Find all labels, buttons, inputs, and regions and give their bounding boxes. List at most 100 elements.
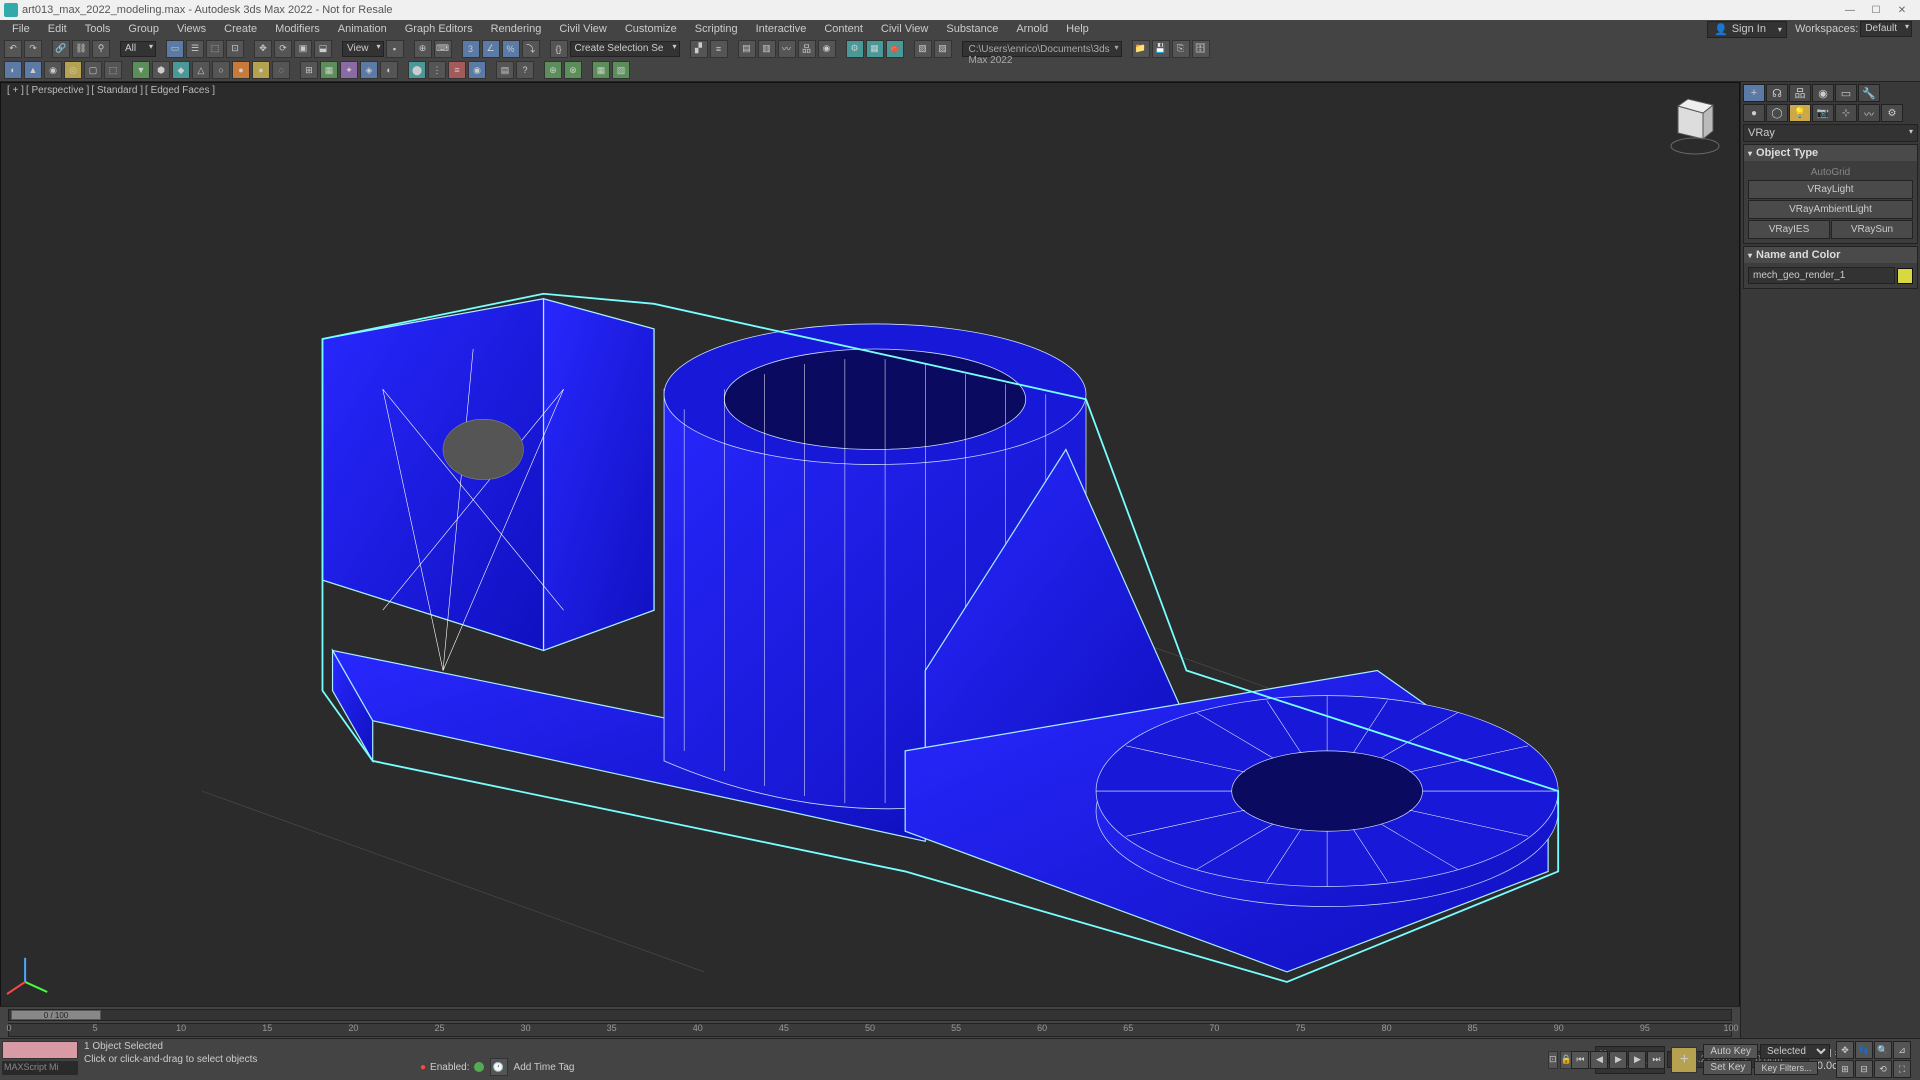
- nav-zoomall[interactable]: ⊟: [1855, 1060, 1873, 1078]
- select-place-button[interactable]: ⬓: [314, 40, 332, 58]
- select-manipulate-button[interactable]: ⊕: [414, 40, 432, 58]
- tb2-14[interactable]: ◌: [272, 61, 290, 79]
- sub-shapes[interactable]: ◯: [1766, 104, 1788, 122]
- tb2-19[interactable]: ◐: [380, 61, 398, 79]
- menu-animation[interactable]: Animation: [330, 21, 395, 37]
- align-button[interactable]: ≡: [710, 40, 728, 58]
- tb2-20[interactable]: ⬤: [408, 61, 426, 79]
- viewport[interactable]: [ + ] [ Perspective ] [ Standard ] [ Edg…: [0, 82, 1740, 1038]
- tb2-2[interactable]: ▲: [24, 61, 42, 79]
- type-vraysun[interactable]: VRaySun: [1831, 220, 1913, 239]
- sub-cameras[interactable]: 📷: [1812, 104, 1834, 122]
- sub-systems[interactable]: ⚙: [1881, 104, 1903, 122]
- menu-tools[interactable]: Tools: [77, 21, 119, 37]
- tb2-25[interactable]: ?: [516, 61, 534, 79]
- menu-views[interactable]: Views: [169, 21, 214, 37]
- color-swatch[interactable]: [1897, 268, 1913, 284]
- selection-filter[interactable]: All: [120, 41, 156, 57]
- workspace-selector[interactable]: Workspaces: Default: [1791, 20, 1916, 38]
- tb2-26[interactable]: ⊕: [544, 61, 562, 79]
- spinner-snap-button[interactable]: ⤵: [522, 40, 540, 58]
- save-as-button[interactable]: ⎘: [1172, 40, 1190, 58]
- nav-pan[interactable]: ✥: [1836, 1041, 1854, 1059]
- select-name-button[interactable]: ☰: [186, 40, 204, 58]
- menu-group[interactable]: Group: [120, 21, 167, 37]
- use-pivot-button[interactable]: ▪: [386, 40, 404, 58]
- menu-customize[interactable]: Customize: [617, 21, 685, 37]
- sub-geometry[interactable]: ●: [1743, 104, 1765, 122]
- vray-button-2[interactable]: ▨: [934, 40, 952, 58]
- tb2-18[interactable]: ◈: [360, 61, 378, 79]
- tb2-1[interactable]: ◐: [4, 61, 22, 79]
- percent-snap-button[interactable]: %: [502, 40, 520, 58]
- setkey-button[interactable]: Set Key: [1703, 1060, 1752, 1075]
- menu-civil-view-2[interactable]: Civil View: [873, 21, 936, 37]
- tb2-3[interactable]: ◉: [44, 61, 62, 79]
- select-scale-button[interactable]: ▣: [294, 40, 312, 58]
- menu-file[interactable]: File: [4, 21, 38, 37]
- isolate-button[interactable]: ⊡: [1548, 1051, 1558, 1069]
- sub-spacewarps[interactable]: 〰: [1858, 104, 1880, 122]
- timetag-button[interactable]: 🕐: [490, 1058, 508, 1076]
- open-file-button[interactable]: 📁: [1132, 40, 1150, 58]
- tab-display[interactable]: ▭: [1835, 84, 1857, 102]
- time-thumb[interactable]: 0 / 100: [11, 1010, 101, 1020]
- tb2-17[interactable]: ✦: [340, 61, 358, 79]
- maximize-button[interactable]: ☐: [1870, 4, 1882, 16]
- menu-graph-editors[interactable]: Graph Editors: [397, 21, 481, 37]
- tb2-21[interactable]: ⋮: [428, 61, 446, 79]
- rollout-header-name[interactable]: Name and Color: [1744, 247, 1917, 263]
- tb2-16[interactable]: ▦: [320, 61, 338, 79]
- vray-button-1[interactable]: ▧: [914, 40, 932, 58]
- type-vrayies[interactable]: VRayIES: [1748, 220, 1830, 239]
- menu-scripting[interactable]: Scripting: [687, 21, 746, 37]
- select-move-button[interactable]: ✥: [254, 40, 272, 58]
- angle-snap-button[interactable]: ∠: [482, 40, 500, 58]
- tb2-6[interactable]: ⬚: [104, 61, 122, 79]
- select-rotate-button[interactable]: ⟳: [274, 40, 292, 58]
- redo-button[interactable]: ↷: [24, 40, 42, 58]
- tab-hierarchy[interactable]: 品: [1789, 84, 1811, 102]
- tb2-8[interactable]: ⬢: [152, 61, 170, 79]
- tb2-15[interactable]: ⊞: [300, 61, 318, 79]
- next-frame[interactable]: ▶: [1628, 1051, 1646, 1069]
- tb2-10[interactable]: △: [192, 61, 210, 79]
- menu-help[interactable]: Help: [1058, 21, 1097, 37]
- tb2-13[interactable]: ●: [252, 61, 270, 79]
- minimize-button[interactable]: —: [1844, 4, 1856, 16]
- nav-walk[interactable]: 👣: [1855, 1041, 1873, 1059]
- play[interactable]: ▶: [1609, 1051, 1627, 1069]
- tb2-23[interactable]: ◉: [468, 61, 486, 79]
- menu-edit[interactable]: Edit: [40, 21, 75, 37]
- tb2-4[interactable]: ◎: [64, 61, 82, 79]
- goto-end[interactable]: ⏭: [1647, 1051, 1665, 1069]
- tab-motion[interactable]: ◉: [1812, 84, 1834, 102]
- toggle-layer-button[interactable]: ▤: [738, 40, 756, 58]
- edit-selection-set-button[interactable]: {}: [550, 40, 568, 58]
- tb2-27[interactable]: ⊗: [564, 61, 582, 79]
- autogrid-checkbox[interactable]: AutoGrid: [1748, 165, 1913, 180]
- time-track[interactable]: 0 / 100: [8, 1009, 1732, 1021]
- menu-content[interactable]: Content: [816, 21, 871, 37]
- undo-button[interactable]: ↶: [4, 40, 22, 58]
- nav-zoomext[interactable]: ⊞: [1836, 1060, 1854, 1078]
- menu-modifiers[interactable]: Modifiers: [267, 21, 328, 37]
- nav-fov[interactable]: ⊿: [1893, 1041, 1911, 1059]
- object-name-input[interactable]: [1748, 267, 1895, 284]
- menu-rendering[interactable]: Rendering: [483, 21, 550, 37]
- nav-orbit[interactable]: ⟲: [1874, 1060, 1892, 1078]
- sub-lights[interactable]: 💡: [1789, 104, 1811, 122]
- tb2-22[interactable]: ≡: [448, 61, 466, 79]
- viewcube[interactable]: [1653, 91, 1723, 161]
- add-time-tag[interactable]: Add Time Tag: [514, 1062, 575, 1073]
- window-crossing-button[interactable]: ⊡: [226, 40, 244, 58]
- tb2-24[interactable]: ▤: [496, 61, 514, 79]
- set-key-big[interactable]: +: [1671, 1047, 1697, 1073]
- script-listener[interactable]: [2, 1041, 78, 1059]
- type-vrayambient[interactable]: VRayAmbientLight: [1748, 200, 1913, 219]
- tb2-12[interactable]: ●: [232, 61, 250, 79]
- menu-interactive[interactable]: Interactive: [748, 21, 815, 37]
- nav-maximize[interactable]: ⛶: [1893, 1060, 1911, 1078]
- category-dropdown[interactable]: VRay: [1743, 124, 1918, 142]
- tb2-29[interactable]: ▨: [612, 61, 630, 79]
